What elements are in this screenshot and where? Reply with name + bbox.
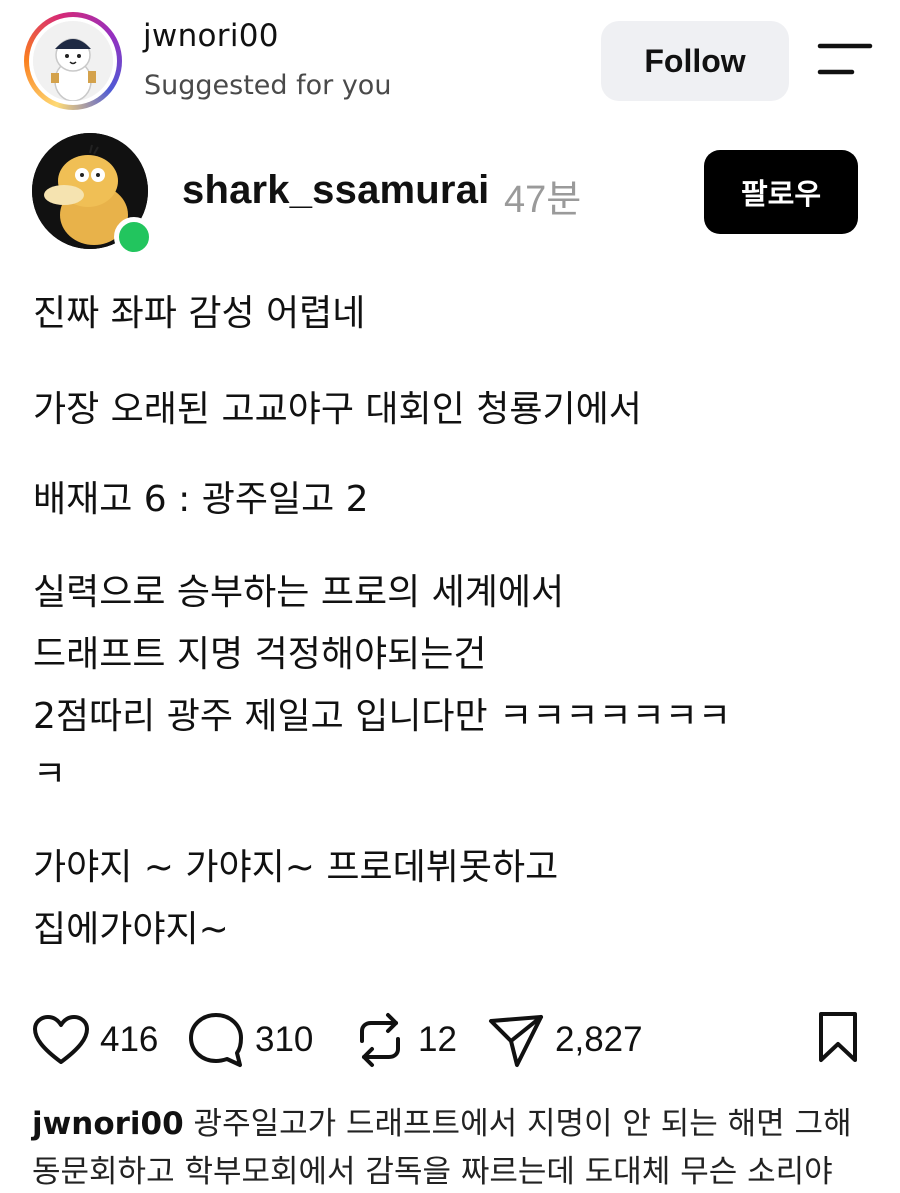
like-button[interactable]: 416 (32, 1008, 158, 1072)
share-count: 2,827 (555, 1020, 643, 1059)
comment-text-line: 광주일고가 드래프트에서 지명이 안 되는 해면 그해 (193, 1106, 852, 1142)
post-text-line: ㅋ (33, 754, 67, 795)
post-text-line: 가야지 ~ 가야지~ 프로데뷔못하고 (33, 847, 559, 888)
comment-username[interactable]: jwnori00 (32, 1106, 184, 1142)
follow-author-button[interactable]: 팔로우 (704, 150, 858, 234)
bookmark-icon[interactable] (813, 1010, 863, 1068)
repost-button[interactable]: 12 (352, 1008, 457, 1072)
share-button[interactable]: 2,827 (487, 1008, 643, 1072)
post-text-line: 2점따리 광주 제일고 입니다만 ㅋㅋㅋㅋㅋㅋㅋ (33, 696, 731, 737)
story-avatar-ring[interactable] (24, 12, 122, 110)
suggested-header: jwnori00 Suggested for you Follow (0, 0, 900, 120)
post-text-line: 진짜 좌파 감성 어렵네 (33, 293, 366, 334)
like-count: 416 (100, 1020, 159, 1059)
comment-button[interactable]: 310 (187, 1008, 313, 1072)
online-status-dot (114, 217, 154, 257)
post-text-line: 가장 오래된 고교야구 대회인 청룡기에서 (33, 389, 642, 430)
menu-icon[interactable] (816, 40, 874, 80)
post-username[interactable]: shark_ssamurai (182, 168, 489, 213)
post-text-line: 실력으로 승부하는 프로의 세계에서 (33, 572, 565, 613)
post-text-line: 드래프트 지명 걱정해야되는건 (33, 634, 487, 675)
repost-icon (360, 1013, 400, 1067)
character-avatar-icon (33, 21, 113, 101)
heart-icon (33, 1015, 89, 1064)
follow-button[interactable]: Follow (601, 21, 789, 101)
comment-bubble-icon (189, 1013, 243, 1067)
suggested-username[interactable]: jwnori00 (143, 18, 279, 54)
repost-count: 12 (418, 1020, 457, 1059)
post-text-line: 집에가야지~ (33, 909, 229, 950)
post-text-line: 배재고 6 : 광주일고 2 (33, 479, 369, 520)
comment-text-line: 동문회하고 학부모회에서 감독을 짜르는데 도대체 무슨 소리야 (32, 1154, 833, 1190)
post-timestamp: 47분 (504, 179, 582, 221)
comment-count: 310 (255, 1020, 314, 1059)
suggested-subtitle: Suggested for you (144, 70, 392, 101)
send-icon (489, 1015, 543, 1067)
avatar (33, 21, 113, 101)
